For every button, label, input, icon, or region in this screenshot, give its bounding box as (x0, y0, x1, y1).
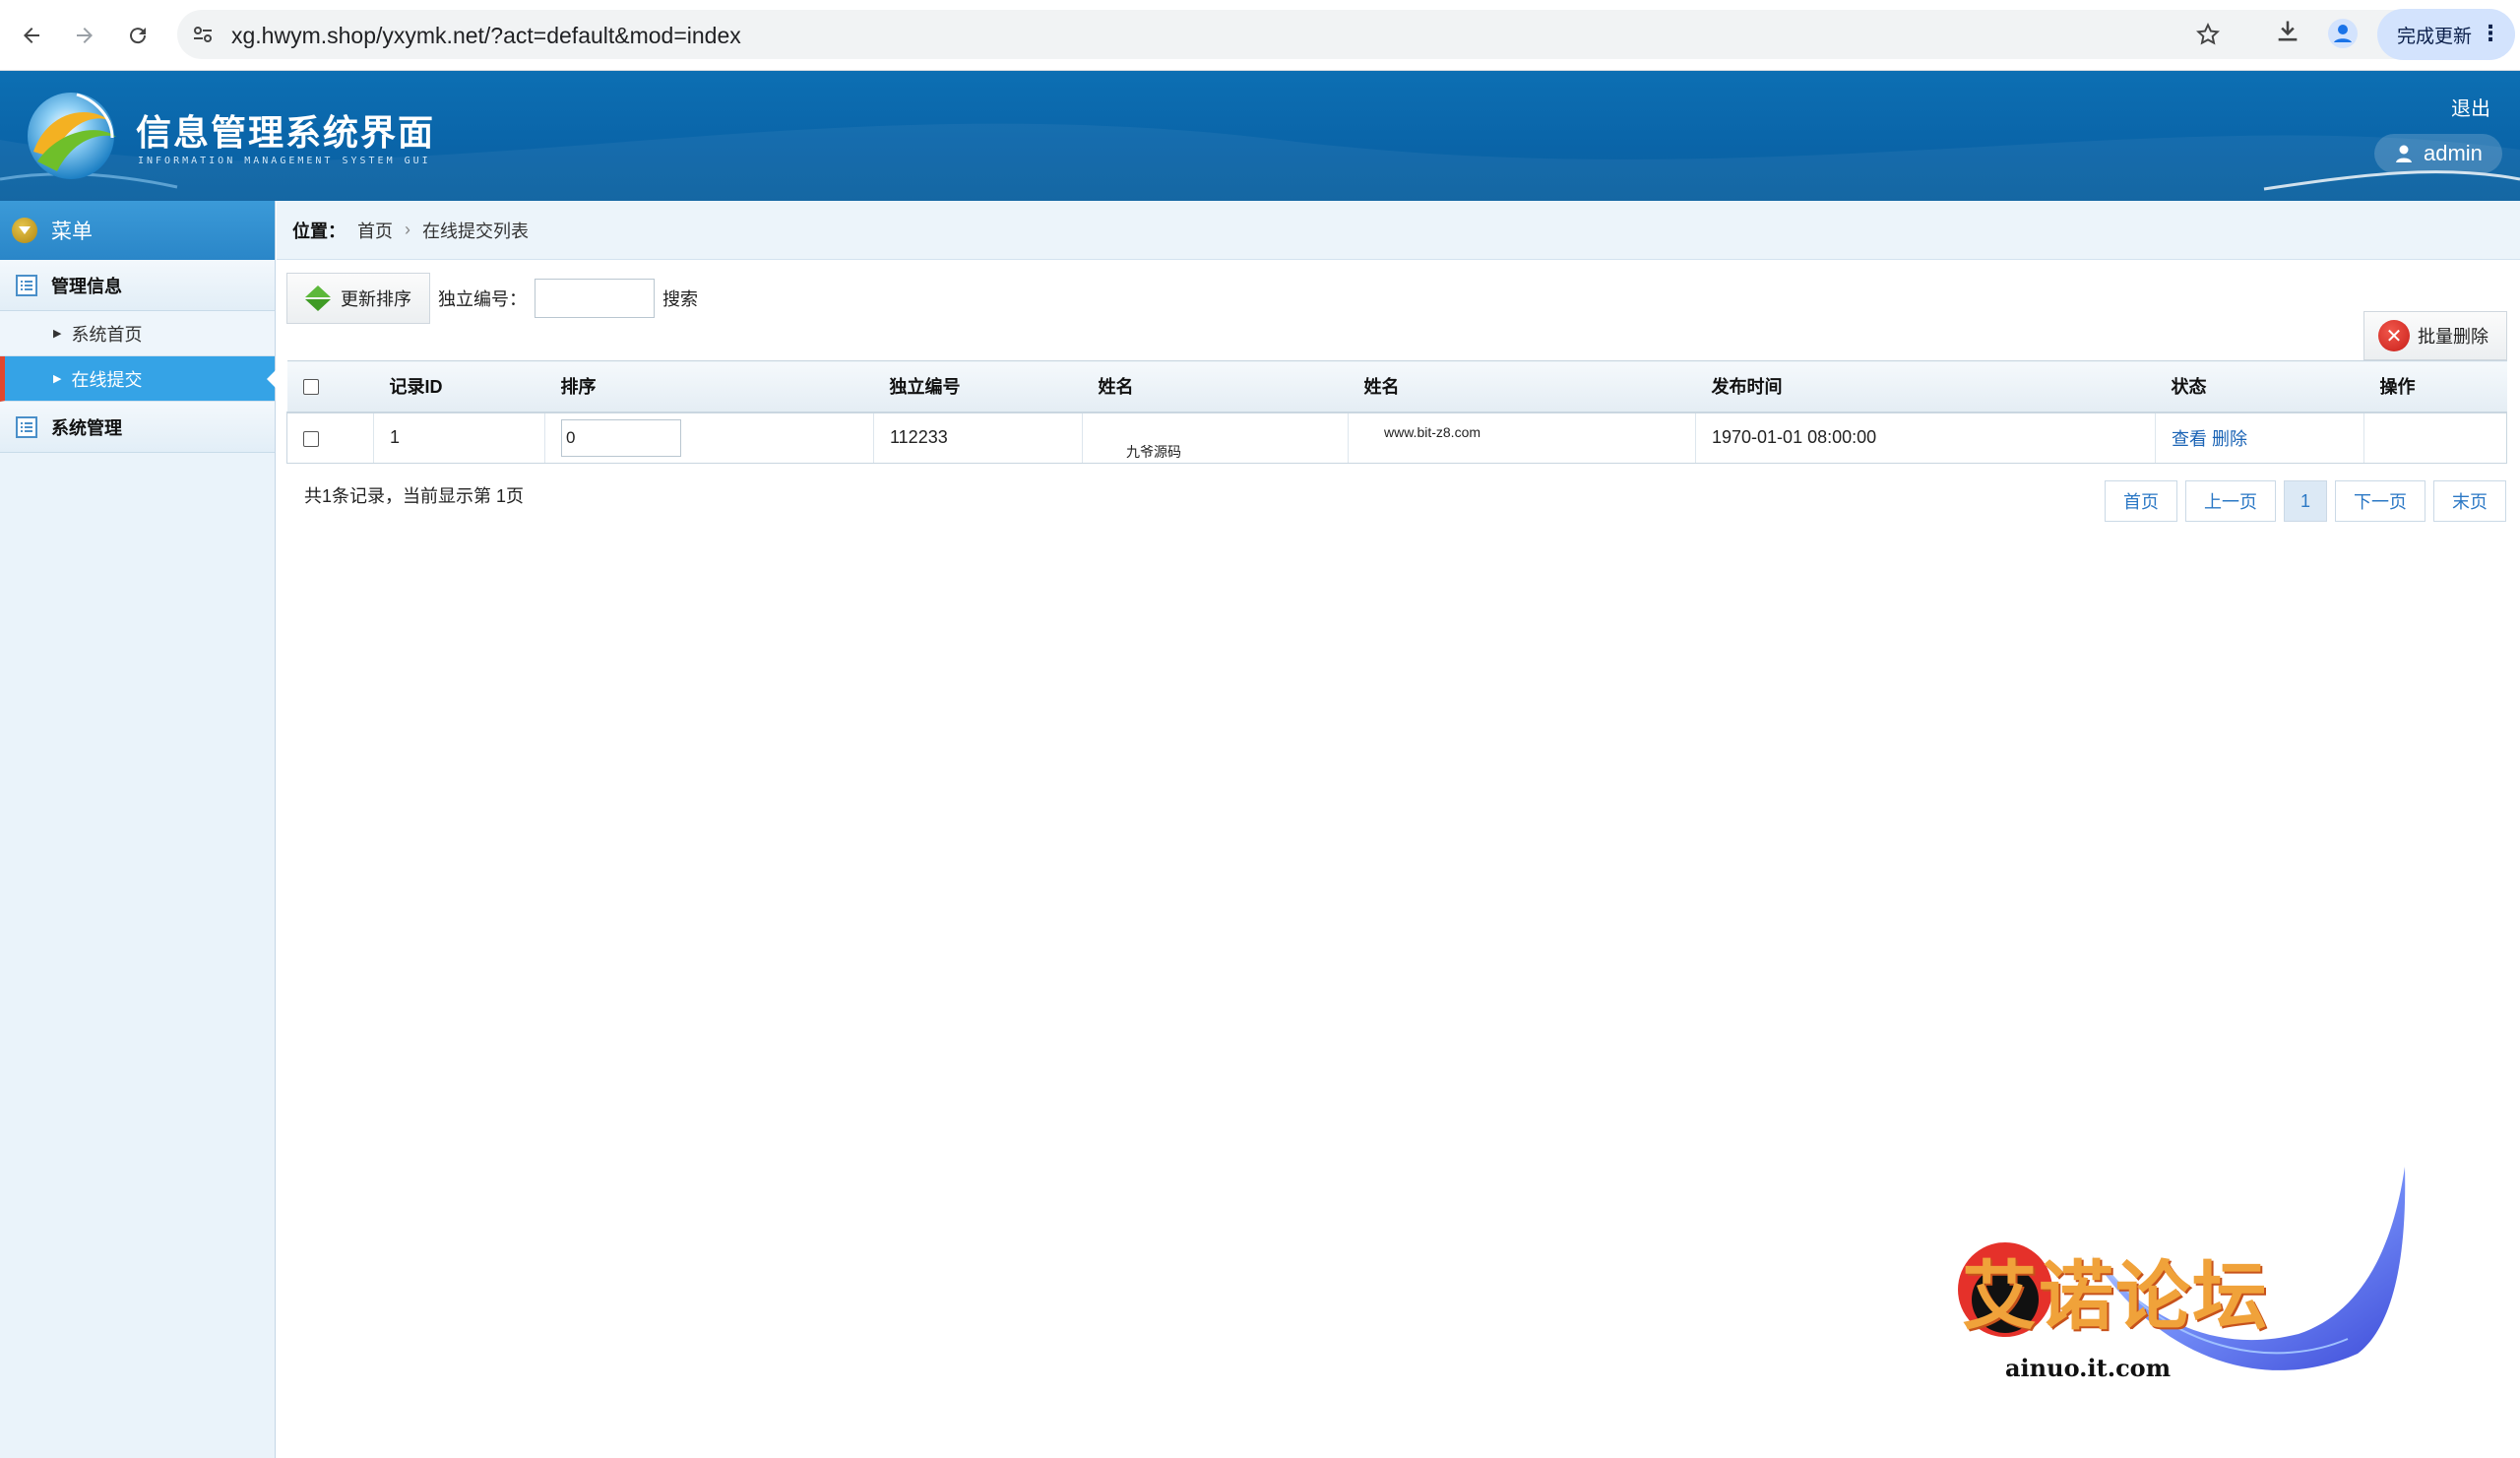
header-select-all (286, 360, 374, 413)
url-text[interactable]: xg.hwym.shop/yxymk.net/?act=default&mod=… (231, 23, 741, 49)
breadcrumb-home[interactable]: 首页 (357, 218, 393, 243)
delete-link[interactable]: 删除 (2212, 429, 2247, 449)
cell-sort: 0 (544, 412, 874, 464)
header-status: 状态 (2155, 360, 2364, 413)
logo-icon (28, 93, 116, 179)
sidebar-item-home[interactable]: ▶ 系统首页 (0, 311, 275, 356)
sidebar-item-label: 在线提交 (71, 369, 143, 390)
sidebar-group-label: 管理信息 (51, 276, 122, 296)
cell-name-2: www.bit-z8.com (1348, 412, 1696, 464)
cell-status: 查看 删除 (2155, 412, 2364, 464)
cell-publish-time: 1970-01-01 08:00:00 (1695, 412, 2156, 464)
search-button[interactable]: 搜索 (662, 285, 698, 311)
sidebar-group-label: 系统管理 (51, 417, 122, 438)
cell-code: 112233 (873, 412, 1083, 464)
name-2-text: www.bit-z8.com (1384, 424, 1481, 441)
sort-arrows-icon (305, 285, 331, 311)
sidebar-group-system-manage[interactable]: 系统管理 (0, 402, 275, 453)
watermark-logo: 艾诺论坛 ainuo.it.com (1944, 1167, 2417, 1403)
menu-toggle-icon (12, 218, 37, 243)
app-subtitle: INFORMATION MANAGEMENT SYSTEM GUI (138, 156, 431, 166)
header-name-2: 姓名 (1348, 360, 1696, 413)
select-all-checkbox[interactable] (302, 379, 319, 395)
toolbar: 更新排序 独立编号： 搜索 (286, 272, 698, 325)
submissions-table: 记录ID 排序 独立编号 姓名 姓名 发布时间 状态 操作 1 0 112233… (286, 360, 2507, 464)
download-icon[interactable] (2274, 18, 2301, 50)
sidebar-item-online-submit[interactable]: ▶ 在线提交 (0, 356, 276, 402)
list-icon (16, 274, 37, 296)
breadcrumb-separator-icon: › (405, 220, 410, 239)
name-text: 九爷源码 (1126, 444, 1181, 461)
page-last-button[interactable]: 末页 (2433, 480, 2507, 522)
update-sort-label: 更新排序 (341, 289, 411, 309)
sidebar: 菜单 管理信息 ▶ 系统首页 ▶ 在线提交 系统管理 (0, 201, 276, 1458)
address-bar[interactable]: xg.hwym.shop/yxymk.net/?act=default&mod=… (177, 10, 2515, 59)
breadcrumb-current: 在线提交列表 (422, 221, 529, 241)
row-select-cell (286, 412, 374, 464)
row-checkbox[interactable] (303, 430, 319, 447)
list-icon (16, 415, 37, 438)
user-name: admin (2424, 141, 2483, 165)
caret-right-icon: ▶ (53, 373, 62, 385)
cell-record-id: 1 (373, 412, 545, 464)
table-row: 1 0 112233 九爷源码 www.bit-z8.com 1970-01-0… (286, 412, 2507, 464)
table-header-row: 记录ID 排序 独立编号 姓名 姓名 发布时间 状态 操作 (286, 360, 2507, 413)
page-next-button[interactable]: 下一页 (2335, 480, 2426, 522)
sidebar-item-label: 系统首页 (71, 324, 143, 345)
breadcrumb-position-label: 位置： (292, 221, 346, 241)
browser-toolbar: xg.hwym.shop/yxymk.net/?act=default&mod=… (0, 0, 2520, 71)
site-settings-icon[interactable] (191, 23, 215, 46)
header-actions: 操作 (2363, 360, 2507, 413)
app-header: 信息管理系统界面 INFORMATION MANAGEMENT SYSTEM G… (0, 71, 2520, 201)
delete-x-icon: ✕ (2378, 320, 2410, 351)
header-publish-time: 发布时间 (1695, 360, 2156, 413)
update-sort-button[interactable]: 更新排序 (286, 273, 430, 324)
app-title: 信息管理系统界面 (136, 113, 436, 154)
profile-icon[interactable] (2327, 18, 2359, 54)
forward-icon[interactable] (67, 18, 102, 53)
pagination: 首页 上一页 1 下一页 末页 (2105, 480, 2507, 522)
more-menu-icon[interactable]: ⋮ (2480, 21, 2501, 46)
page-prev-button[interactable]: 上一页 (2185, 480, 2276, 522)
bookmark-star-icon[interactable] (2195, 22, 2221, 52)
page-current-button[interactable]: 1 (2284, 480, 2328, 522)
header-code: 独立编号 (873, 360, 1083, 413)
reload-icon[interactable] (120, 18, 156, 53)
cell-actions (2363, 412, 2507, 464)
caret-right-icon: ▶ (53, 328, 62, 340)
cell-name: 九爷源码 (1082, 412, 1349, 464)
batch-delete-label: 批量删除 (2418, 327, 2488, 347)
header-record-id: 记录ID (373, 360, 545, 413)
records-summary: 共1条记录，当前显示第 1页 (304, 486, 525, 506)
back-icon[interactable] (14, 18, 49, 53)
view-link[interactable]: 查看 (2172, 429, 2207, 449)
search-input[interactable] (535, 279, 655, 318)
batch-delete-button[interactable]: ✕ 批量删除 (2363, 311, 2507, 360)
watermark-url: ainuo.it.com (2005, 1354, 2172, 1382)
menu-header[interactable]: 菜单 (0, 201, 275, 260)
menu-title: 菜单 (51, 221, 93, 243)
user-badge[interactable]: admin (2374, 134, 2502, 173)
header-sort: 排序 (544, 360, 874, 413)
sort-input[interactable]: 0 (561, 418, 681, 457)
user-icon (2396, 145, 2412, 162)
update-button[interactable]: 完成更新 ⋮ (2377, 9, 2515, 60)
logout-link[interactable]: 退出 (2451, 93, 2490, 121)
header-name: 姓名 (1082, 360, 1349, 413)
search-label: 独立编号： (438, 289, 527, 309)
sidebar-group-manage-info[interactable]: 管理信息 (0, 260, 275, 311)
watermark-title: 艾诺论坛 (1962, 1252, 2269, 1340)
update-label: 完成更新 (2397, 26, 2473, 47)
page-first-button[interactable]: 首页 (2105, 480, 2177, 522)
breadcrumb: 位置： 首页 › 在线提交列表 (277, 201, 2520, 260)
